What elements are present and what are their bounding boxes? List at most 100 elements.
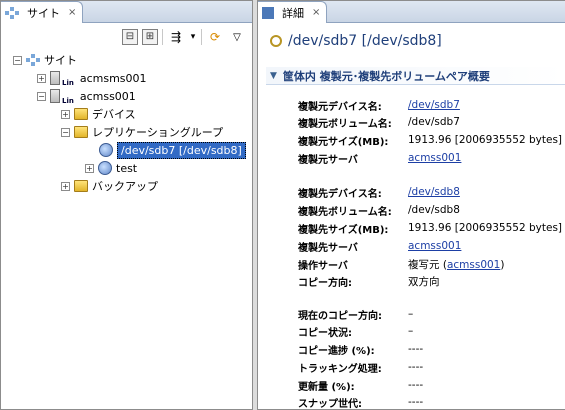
- property-row: 操作サーバ 複写元 (acmss001): [298, 256, 504, 272]
- property-row: 複製先サイズ(MB): 1913.96 [2006935552 bytes]: [298, 220, 562, 236]
- property-value-text: ----: [408, 361, 424, 373]
- property-row: 複製元ボリューム名: /dev/sdb7: [298, 114, 460, 130]
- property-key: 複製先ボリューム名:: [298, 206, 392, 218]
- refresh-icon[interactable]: ⟳: [206, 29, 224, 45]
- collapse-toggle-icon[interactable]: −: [61, 127, 70, 137]
- tree-node-server-acmss001[interactable]: − Lin acmss001: [37, 87, 136, 105]
- site-toolbar: ⊟ ⊞ ⇶ ▾ ⟳ ▽: [122, 27, 246, 47]
- linux-badge: Lin: [62, 97, 74, 105]
- tree-label: acmss001: [79, 89, 136, 103]
- close-icon[interactable]: ×: [68, 7, 76, 18]
- folder-icon: [74, 108, 88, 120]
- collapse-toggle-icon[interactable]: −: [13, 55, 22, 65]
- property-key: スナップ世代:: [298, 398, 362, 410]
- property-value-text: 1913.96 [2006935552 bytes]: [408, 134, 563, 146]
- toolbar-separator: [162, 29, 163, 45]
- property-link[interactable]: /dev/sdb8: [408, 186, 460, 198]
- toolbar-separator: [201, 29, 202, 45]
- tree-node-site[interactable]: − サイト: [13, 51, 77, 69]
- collapse-toggle-icon[interactable]: −: [37, 91, 46, 101]
- property-key: 複製元ボリューム名:: [298, 118, 392, 130]
- filter-icon[interactable]: ⇶: [167, 29, 185, 45]
- property-key: 複製先サーバ: [298, 242, 358, 254]
- tab-detail-label: 詳細: [282, 6, 304, 20]
- property-link[interactable]: acmss001: [447, 259, 500, 271]
- expand-all-button[interactable]: ⊞: [142, 29, 158, 45]
- detail-tabbar: 詳細 ×: [258, 1, 565, 23]
- property-key: 複製元サーバ: [298, 154, 358, 166]
- property-row: 複製元サーバ acmss001: [298, 150, 461, 166]
- property-value: –: [408, 308, 413, 320]
- disk-pair-icon: [98, 161, 112, 175]
- tab-detail[interactable]: 詳細 ×: [258, 1, 328, 23]
- property-value: 双方向: [408, 274, 440, 289]
- property-value: /dev/sdb8: [408, 204, 460, 216]
- property-key: コピー進捗 (%):: [298, 345, 375, 357]
- property-key: 現在のコピー方向:: [298, 310, 382, 322]
- property-row: 複製先デバイス名: /dev/sdb8: [298, 184, 460, 200]
- property-row: 現在のコピー方向: –: [298, 306, 413, 322]
- property-value: ----: [408, 379, 423, 391]
- property-value: /dev/sdb7: [408, 99, 460, 111]
- tree-label: レプリケーショングループ: [92, 126, 224, 139]
- tree-label: デバイス: [92, 108, 136, 121]
- property-row: 複製元サイズ(MB): 1913.96 [2006935552 bytes]: [298, 132, 562, 148]
- expand-toggle-icon[interactable]: +: [85, 163, 94, 173]
- tree-node-replication-group[interactable]: − レプリケーショングループ: [61, 123, 223, 141]
- site-icon: [26, 54, 40, 66]
- site-view: サイト × ⊟ ⊞ ⇶ ▾ ⟳ ▽ − サイト + Lin acmsms001 …: [0, 0, 253, 410]
- property-value-text: /dev/sdb8: [408, 204, 460, 216]
- page-title-text: /dev/sdb7 [/dev/sdb8]: [288, 33, 442, 49]
- property-row: 複製先サーバ acmss001: [298, 238, 461, 254]
- property-key: コピー状況:: [298, 327, 352, 339]
- property-value-text: ----: [408, 343, 424, 355]
- property-value-text: /dev/sdb7: [408, 116, 460, 128]
- property-row: コピー進捗 (%): ----: [298, 341, 423, 357]
- tab-site[interactable]: サイト ×: [1, 1, 84, 23]
- close-icon[interactable]: ×: [312, 7, 320, 18]
- tree-label: test: [116, 161, 138, 175]
- property-key: 操作サーバ: [298, 260, 348, 272]
- property-value-text: 1913.96 [2006935552 bytes]: [408, 222, 563, 234]
- property-link[interactable]: /dev/sdb7: [408, 99, 460, 111]
- tree-node-server-acmsms001[interactable]: + Lin acmsms001: [37, 69, 147, 87]
- property-key: 複製先サイズ(MB):: [298, 224, 389, 236]
- expand-toggle-icon[interactable]: +: [61, 181, 70, 191]
- server-icon: [50, 89, 60, 103]
- folder-icon: [74, 180, 88, 192]
- tree-label: /dev/sdb7 [/dev/sdb8]: [117, 141, 246, 159]
- property-link[interactable]: acmss001: [408, 240, 461, 252]
- property-key: 複製元サイズ(MB):: [298, 136, 389, 148]
- expand-toggle-icon[interactable]: +: [61, 109, 70, 119]
- view-menu-icon[interactable]: ▽: [228, 29, 246, 45]
- property-value-text: –: [408, 308, 414, 320]
- tree-node-devices[interactable]: + デバイス: [61, 105, 136, 123]
- property-value-prefix: 複写元 (: [408, 258, 447, 271]
- property-value-text: ----: [408, 396, 424, 408]
- property-value-text: –: [408, 325, 414, 337]
- server-icon: [50, 71, 60, 85]
- property-row: コピー方向: 双方向: [298, 273, 440, 289]
- property-row: スナップ世代: ----: [298, 394, 423, 410]
- section-header[interactable]: ▼ 筐体内 複製元･複製先ボリュームペア概要: [266, 67, 565, 85]
- tree-node-pair-selected[interactable]: /dev/sdb7 [/dev/sdb8]: [99, 141, 246, 159]
- property-value: acmss001: [408, 152, 461, 164]
- chevron-down-icon[interactable]: ▾: [189, 29, 197, 45]
- property-link[interactable]: acmss001: [408, 152, 461, 164]
- property-value: –: [408, 325, 413, 337]
- property-key: トラッキング処理:: [298, 363, 382, 375]
- tree-label: バックアップ: [92, 180, 158, 193]
- tree-node-backup[interactable]: + バックアップ: [61, 177, 158, 195]
- property-value: ----: [408, 361, 423, 373]
- tree-node-test[interactable]: + test: [85, 159, 137, 177]
- tree-label: サイト: [44, 54, 77, 67]
- tree-label: acmsms001: [79, 71, 147, 85]
- collapse-arrow-icon[interactable]: ▼: [270, 71, 277, 81]
- property-key: 複製元デバイス名:: [298, 101, 382, 113]
- property-value: 1913.96 [2006935552 bytes]: [408, 222, 562, 234]
- folder-icon: [74, 126, 88, 138]
- key-icon: [270, 35, 282, 47]
- collapse-all-button[interactable]: ⊟: [122, 29, 138, 45]
- property-row: トラッキング処理: ----: [298, 359, 423, 375]
- expand-toggle-icon[interactable]: +: [37, 73, 46, 83]
